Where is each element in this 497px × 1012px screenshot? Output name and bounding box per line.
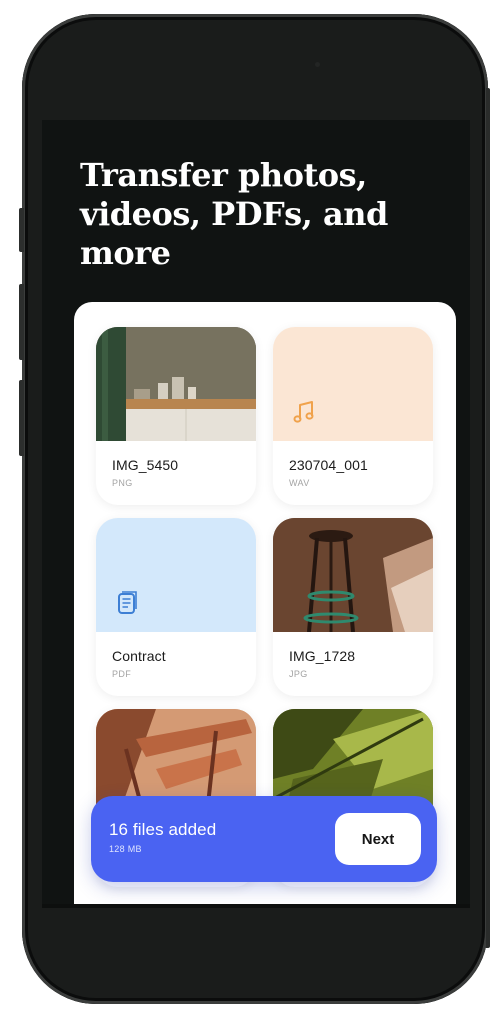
camera-dot (315, 62, 320, 67)
file-thumbnail-stool-photo (273, 518, 433, 632)
music-note-icon (293, 401, 314, 423)
file-type: PNG (112, 478, 133, 488)
stool-photo-image (273, 518, 433, 632)
file-type: PDF (112, 669, 132, 679)
selection-summary-bar: 16 files added 128 MB Next (91, 796, 437, 882)
volume-down-button (19, 380, 24, 456)
file-thumbnail-kitchen-photo (96, 327, 256, 441)
file-name: IMG_5450 (112, 457, 179, 473)
file-thumbnail-document (96, 518, 256, 632)
files-added-count: 16 files added (109, 820, 217, 839)
file-card[interactable]: IMG_5450 PNG (96, 327, 256, 505)
volume-up-button (19, 284, 24, 360)
page-title: Transfer photos, videos, PDFs, and more (80, 156, 388, 272)
file-type: JPG (289, 669, 308, 679)
file-card[interactable]: IMG_1728 JPG (273, 518, 433, 696)
file-card[interactable]: Contract PDF (96, 518, 256, 696)
total-size: 128 MB (109, 844, 142, 854)
side-frame-edge (486, 88, 490, 948)
mute-switch (19, 208, 24, 252)
file-name: Contract (112, 648, 166, 664)
app-screen: Transfer photos, videos, PDFs, and more (42, 120, 470, 908)
screen-bottom-edge (42, 904, 470, 908)
kitchen-photo-image (96, 327, 256, 441)
file-name: IMG_1728 (289, 648, 356, 664)
next-button[interactable]: Next (335, 813, 421, 865)
document-icon (118, 591, 137, 614)
file-type: WAV (289, 478, 310, 488)
file-thumbnail-audio (273, 327, 433, 441)
file-name: 230704_001 (289, 457, 368, 473)
file-card[interactable]: 230704_001 WAV (273, 327, 433, 505)
